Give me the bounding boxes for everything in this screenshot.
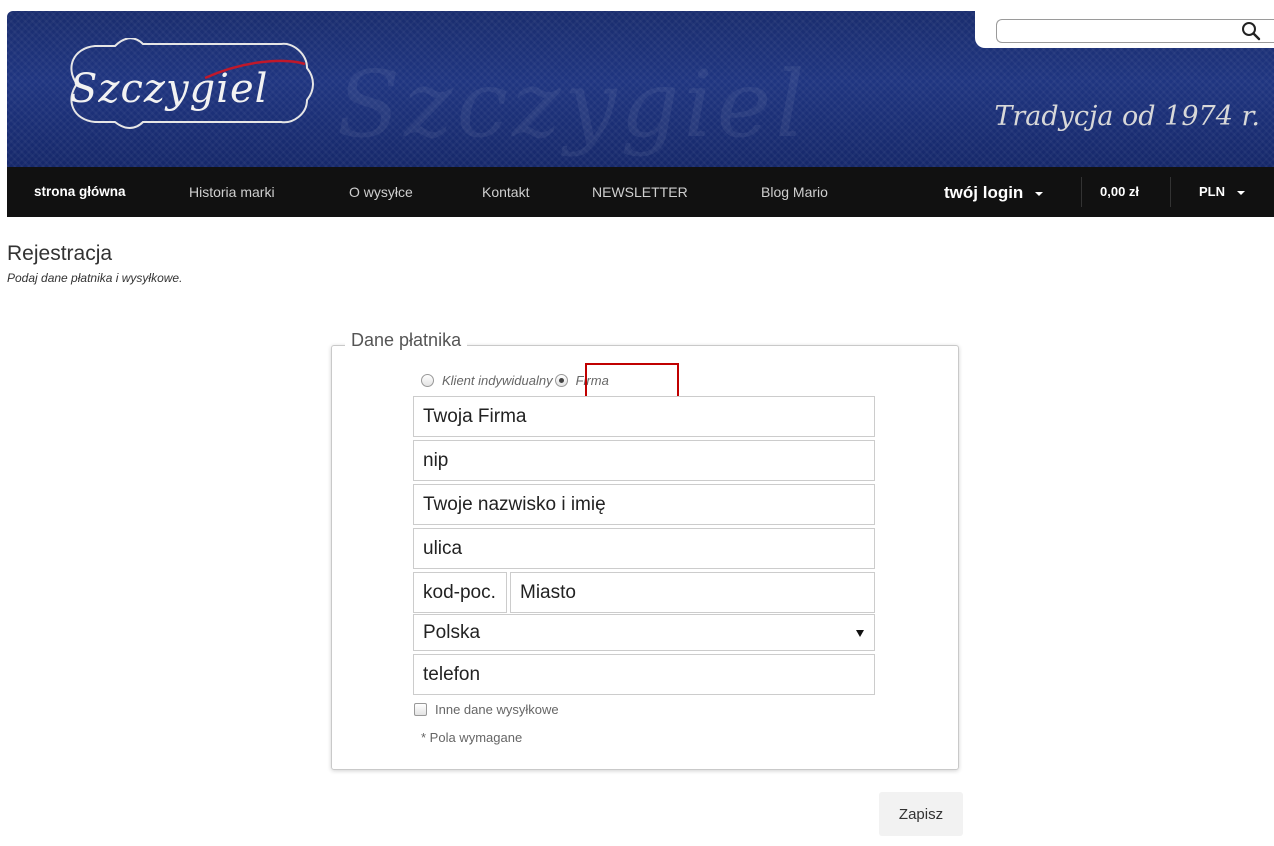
search-icon[interactable] [1240, 20, 1262, 42]
nip-field[interactable] [413, 440, 875, 481]
radio-individual-label: Klient indywidualny [442, 372, 553, 388]
required-fields-note: * Pola wymagane [421, 730, 523, 745]
radio-company[interactable] [554, 373, 568, 387]
country-value: Polska [423, 622, 481, 643]
currency-label: PLN [1199, 184, 1225, 199]
street-field[interactable] [413, 528, 875, 569]
radio-individual[interactable] [421, 373, 434, 387]
login-label: twój login [944, 183, 1024, 202]
postal-code-input[interactable] [414, 573, 506, 612]
dropdown-arrow-icon [856, 630, 864, 637]
logo[interactable]: Szczygiel [70, 66, 268, 112]
street-input[interactable] [414, 529, 874, 568]
nav-item-blog[interactable]: Blog Mario [761, 167, 828, 217]
city-field[interactable] [510, 572, 875, 613]
customer-type-group: Klient indywidualny Firma [421, 368, 609, 392]
caret-down-icon [1237, 190, 1245, 195]
nav-item-shipping[interactable]: O wysyłce [349, 167, 413, 217]
other-shipping-label: Inne dane wysyłkowe [435, 702, 559, 717]
nav-divider [1081, 177, 1082, 207]
page-title: Rejestracja [7, 242, 113, 265]
nav-item-home[interactable]: strona główna [34, 167, 126, 217]
tagline: Tradycja od 1974 r. [994, 101, 1260, 132]
phone-field[interactable] [413, 654, 875, 695]
company-input[interactable] [414, 397, 874, 436]
main-nav: strona główna Historia marki O wysyłce K… [7, 167, 1274, 217]
name-input[interactable] [414, 485, 874, 524]
highlight-box [585, 363, 679, 399]
other-shipping-row: Inne dane wysyłkowe [414, 702, 559, 717]
phone-input[interactable] [414, 655, 874, 694]
postal-code-field[interactable] [413, 572, 507, 613]
company-field[interactable] [413, 396, 875, 437]
nav-item-brand-history[interactable]: Historia marki [189, 167, 275, 217]
save-button[interactable]: Zapisz [879, 792, 963, 836]
nav-divider [1170, 177, 1171, 207]
page-subtitle: Podaj dane płatnika i wysyłkowe. [7, 271, 183, 285]
search-input[interactable] [1003, 20, 1243, 42]
cart-amount[interactable]: 0,00 zł [1100, 167, 1139, 217]
login-dropdown[interactable]: twój login [944, 167, 1044, 217]
city-input[interactable] [511, 573, 874, 612]
country-select[interactable]: Polska [413, 614, 875, 651]
fieldset-legend: Dane płatnika [345, 330, 468, 351]
search-box [996, 19, 1274, 43]
name-field[interactable] [413, 484, 875, 525]
other-shipping-checkbox[interactable] [414, 703, 427, 716]
nip-input[interactable] [414, 441, 874, 480]
caret-down-icon [1035, 191, 1044, 196]
nav-item-newsletter[interactable]: NEWSLETTER [592, 167, 688, 217]
banner-watermark: Szczygiel [337, 51, 809, 158]
nav-item-contact[interactable]: Kontakt [482, 167, 529, 217]
currency-dropdown[interactable]: PLN [1199, 167, 1245, 217]
